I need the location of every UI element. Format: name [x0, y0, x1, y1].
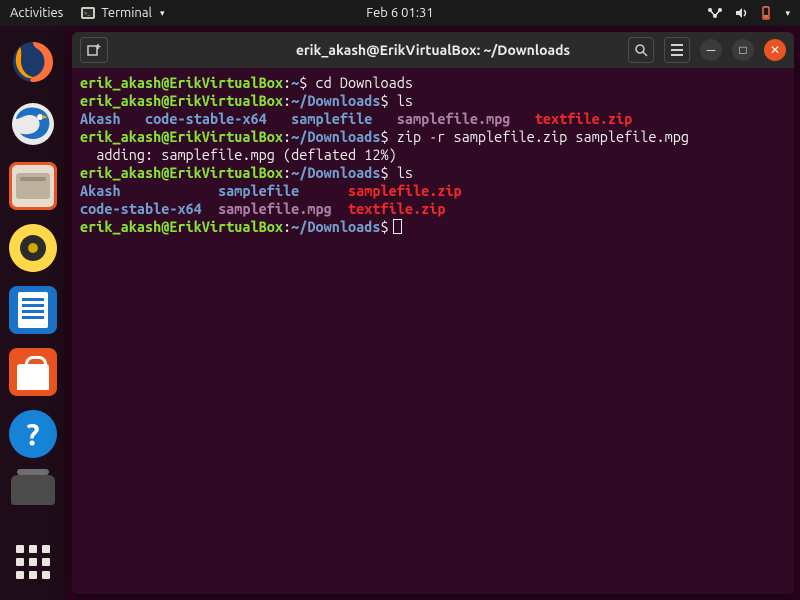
network-icon[interactable]	[707, 7, 723, 19]
top-panel: Activities >_ Terminal▾ Feb 6 01:31 ▾	[0, 0, 800, 26]
window-title: erik_akash@ErikVirtualBox: ~/Downloads	[296, 42, 570, 58]
clock[interactable]: Feb 6 01:31	[366, 6, 433, 20]
window-minimize-button[interactable]: ─	[700, 39, 722, 61]
show-applications-icon[interactable]	[9, 538, 57, 586]
help-icon[interactable]: ?	[9, 410, 57, 458]
launcher-dock: ?	[0, 26, 66, 600]
firefox-icon[interactable]	[9, 38, 57, 86]
window-close-button[interactable]: ✕	[764, 39, 786, 61]
search-button[interactable]	[628, 37, 654, 63]
system-menu-icon[interactable]: ▾	[785, 8, 790, 19]
rhythmbox-icon[interactable]	[9, 224, 57, 272]
activities-button[interactable]: Activities	[10, 6, 63, 20]
libreoffice-writer-icon[interactable]	[9, 286, 57, 334]
trash-icon[interactable]	[9, 472, 57, 508]
battery-icon[interactable]	[761, 6, 771, 20]
thunderbird-icon[interactable]	[9, 100, 57, 148]
window-maximize-button[interactable]: □	[732, 39, 754, 61]
ubuntu-software-icon[interactable]	[9, 348, 57, 396]
files-icon[interactable]	[9, 162, 57, 210]
svg-text:>_: >_	[84, 10, 90, 17]
active-app-menu[interactable]: >_ Terminal▾	[81, 6, 164, 20]
volume-icon[interactable]	[735, 7, 749, 19]
terminal-content[interactable]: erik_akash@ErikVirtualBox:~$ cd Download…	[72, 68, 794, 242]
cursor	[393, 219, 402, 234]
menu-button[interactable]	[664, 37, 690, 63]
terminal-window: erik_akash@ErikVirtualBox: ~/Downloads ─…	[72, 32, 794, 594]
new-tab-button[interactable]	[80, 37, 108, 63]
window-titlebar: erik_akash@ErikVirtualBox: ~/Downloads ─…	[72, 32, 794, 68]
